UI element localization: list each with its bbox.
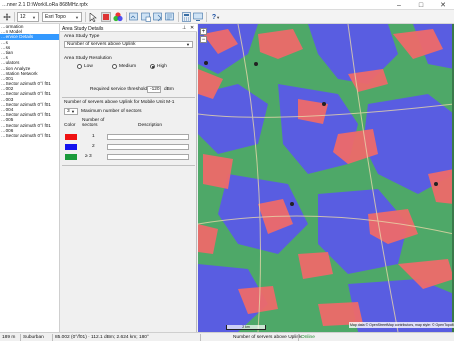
map-add-icon[interactable] bbox=[129, 12, 139, 22]
monitor-icon[interactable] bbox=[193, 12, 203, 22]
site-marker bbox=[434, 182, 438, 186]
toolbar: 12 ▼ Esri Topo ▼ ? ▼ bbox=[0, 10, 454, 24]
coverage-map[interactable]: + − bbox=[198, 24, 454, 332]
description-column-header: Description bbox=[138, 123, 162, 128]
coverage-area-red bbox=[198, 224, 218, 254]
threshold-unit: dBm bbox=[164, 87, 174, 92]
radio-selected-icon bbox=[150, 64, 155, 69]
radio-icon bbox=[77, 64, 82, 69]
calculator-icon[interactable] bbox=[181, 12, 191, 22]
radio-label: High bbox=[157, 64, 167, 69]
resolution-high-radio[interactable]: High bbox=[150, 64, 167, 69]
coverage-area-red bbox=[258, 29, 303, 59]
window-title: …nner 2.1 D:\Work\LoRa 868MHz.rpfx bbox=[2, 2, 88, 8]
sector-count-2: 2 bbox=[92, 144, 95, 149]
tree-item[interactable]: …Sector azimuth 0°/ f01 bbox=[0, 123, 59, 128]
status-study: Number of servers above Uplink bbox=[233, 334, 302, 340]
servers-heading: Number of servers above Uplink for Mobil… bbox=[64, 100, 175, 105]
color-swatch-1[interactable] bbox=[65, 134, 77, 140]
status-connection: Online bbox=[301, 334, 315, 340]
palette-icon[interactable] bbox=[113, 12, 123, 22]
description-field-3[interactable] bbox=[107, 154, 189, 160]
area-study-panel: Area Study Details ⊥ ✕ Area Study Type N… bbox=[60, 24, 197, 332]
study-type-value: Number of servers above Uplink bbox=[67, 42, 136, 47]
layers-icon[interactable] bbox=[101, 12, 111, 22]
radio-icon bbox=[112, 64, 117, 69]
radio-label: Low bbox=[84, 64, 93, 69]
max-sectors-label: Maximum number of sectors bbox=[81, 109, 142, 114]
max-count-value: 3 bbox=[67, 109, 70, 114]
help-icon[interactable]: ? ▼ bbox=[209, 12, 223, 22]
coverage-area-red bbox=[298, 252, 333, 279]
map-attribution[interactable]: Map data © OpenStreetMap contributors, m… bbox=[349, 322, 454, 328]
close-button[interactable]: ✕ bbox=[432, 0, 454, 10]
zoom-in-button[interactable]: + bbox=[200, 28, 207, 35]
maximize-button[interactable]: □ bbox=[410, 0, 432, 10]
number-column-header: Number of sectors bbox=[82, 118, 105, 128]
panel-header: Area Study Details ⊥ ✕ bbox=[60, 24, 197, 32]
sector-count-3: ≥ 3 bbox=[85, 154, 92, 159]
move-icon[interactable] bbox=[2, 12, 12, 22]
coverage-area-red bbox=[203, 154, 233, 189]
study-type-label: Area Study Type bbox=[64, 34, 100, 39]
map-export-icon[interactable] bbox=[153, 12, 163, 22]
close-panel-icon[interactable]: ✕ bbox=[190, 25, 194, 31]
zoom-value: 12 bbox=[20, 14, 26, 20]
site-marker bbox=[290, 202, 294, 206]
site-marker bbox=[322, 102, 326, 106]
resolution-label: Area Study Resolution bbox=[64, 56, 112, 61]
title-bar: …nner 2.1 D:\Work\LoRa 868MHz.rpfx – □ ✕ bbox=[0, 0, 454, 10]
status-clutter: Suburban bbox=[23, 334, 44, 340]
site-marker bbox=[254, 62, 258, 66]
resolution-medium-radio[interactable]: Medium bbox=[112, 64, 136, 69]
color-swatch-3[interactable] bbox=[65, 154, 77, 160]
pin-icon[interactable]: ⊥ bbox=[182, 25, 186, 31]
coverage-overlay bbox=[198, 24, 454, 332]
description-field-2[interactable] bbox=[107, 144, 189, 150]
basemap-value: Esri Topo bbox=[45, 14, 66, 20]
threshold-label: Required service threshold bbox=[90, 87, 148, 92]
radio-label: Medium bbox=[119, 64, 137, 69]
site-marker bbox=[204, 61, 208, 65]
sector-count-1: 1 bbox=[92, 134, 95, 139]
coverage-area-red bbox=[428, 169, 454, 204]
map-report-icon[interactable] bbox=[165, 12, 175, 22]
description-field-1[interactable] bbox=[107, 134, 189, 140]
study-type-select[interactable]: Number of servers above Uplink ▼ bbox=[64, 41, 193, 48]
tree-item[interactable]: …Sector azimuth 0°/ f01 bbox=[0, 91, 59, 96]
status-bar: 189 m Suburban 85.002 (0°/f01) · 112.1 d… bbox=[0, 332, 454, 341]
max-count-select[interactable]: 3 ▼ bbox=[64, 108, 78, 115]
project-tree: …ormation …n Model …ervice Details …s …s… bbox=[0, 24, 60, 332]
divider bbox=[62, 165, 195, 166]
map-copy-icon[interactable] bbox=[141, 12, 151, 22]
color-swatch-2[interactable] bbox=[65, 144, 77, 150]
zoom-out-button[interactable]: − bbox=[200, 36, 207, 43]
chevron-down-icon: ▼ bbox=[71, 109, 75, 114]
cursor-icon[interactable] bbox=[88, 12, 98, 22]
status-zoom: 189 m bbox=[2, 334, 16, 340]
color-column-header: Color bbox=[64, 123, 76, 128]
scale-bar: 2 km bbox=[226, 325, 266, 330]
tree-item[interactable]: …Sector azimuth 0°/ f01 bbox=[0, 133, 59, 138]
minimize-button[interactable]: – bbox=[388, 0, 410, 10]
threshold-input[interactable]: -120 bbox=[147, 86, 161, 93]
divider bbox=[62, 97, 195, 98]
basemap-select[interactable]: Esri Topo ▼ bbox=[42, 12, 82, 22]
panel-title: Area Study Details bbox=[62, 25, 104, 32]
chevron-down-icon: ▼ bbox=[186, 42, 190, 47]
zoom-select[interactable]: 12 ▼ bbox=[17, 12, 39, 22]
resolution-low-radio[interactable]: Low bbox=[77, 64, 93, 69]
status-readout: 85.002 (0°/f01) · 112.1 dBm; 2.624 km; 1… bbox=[55, 334, 149, 340]
